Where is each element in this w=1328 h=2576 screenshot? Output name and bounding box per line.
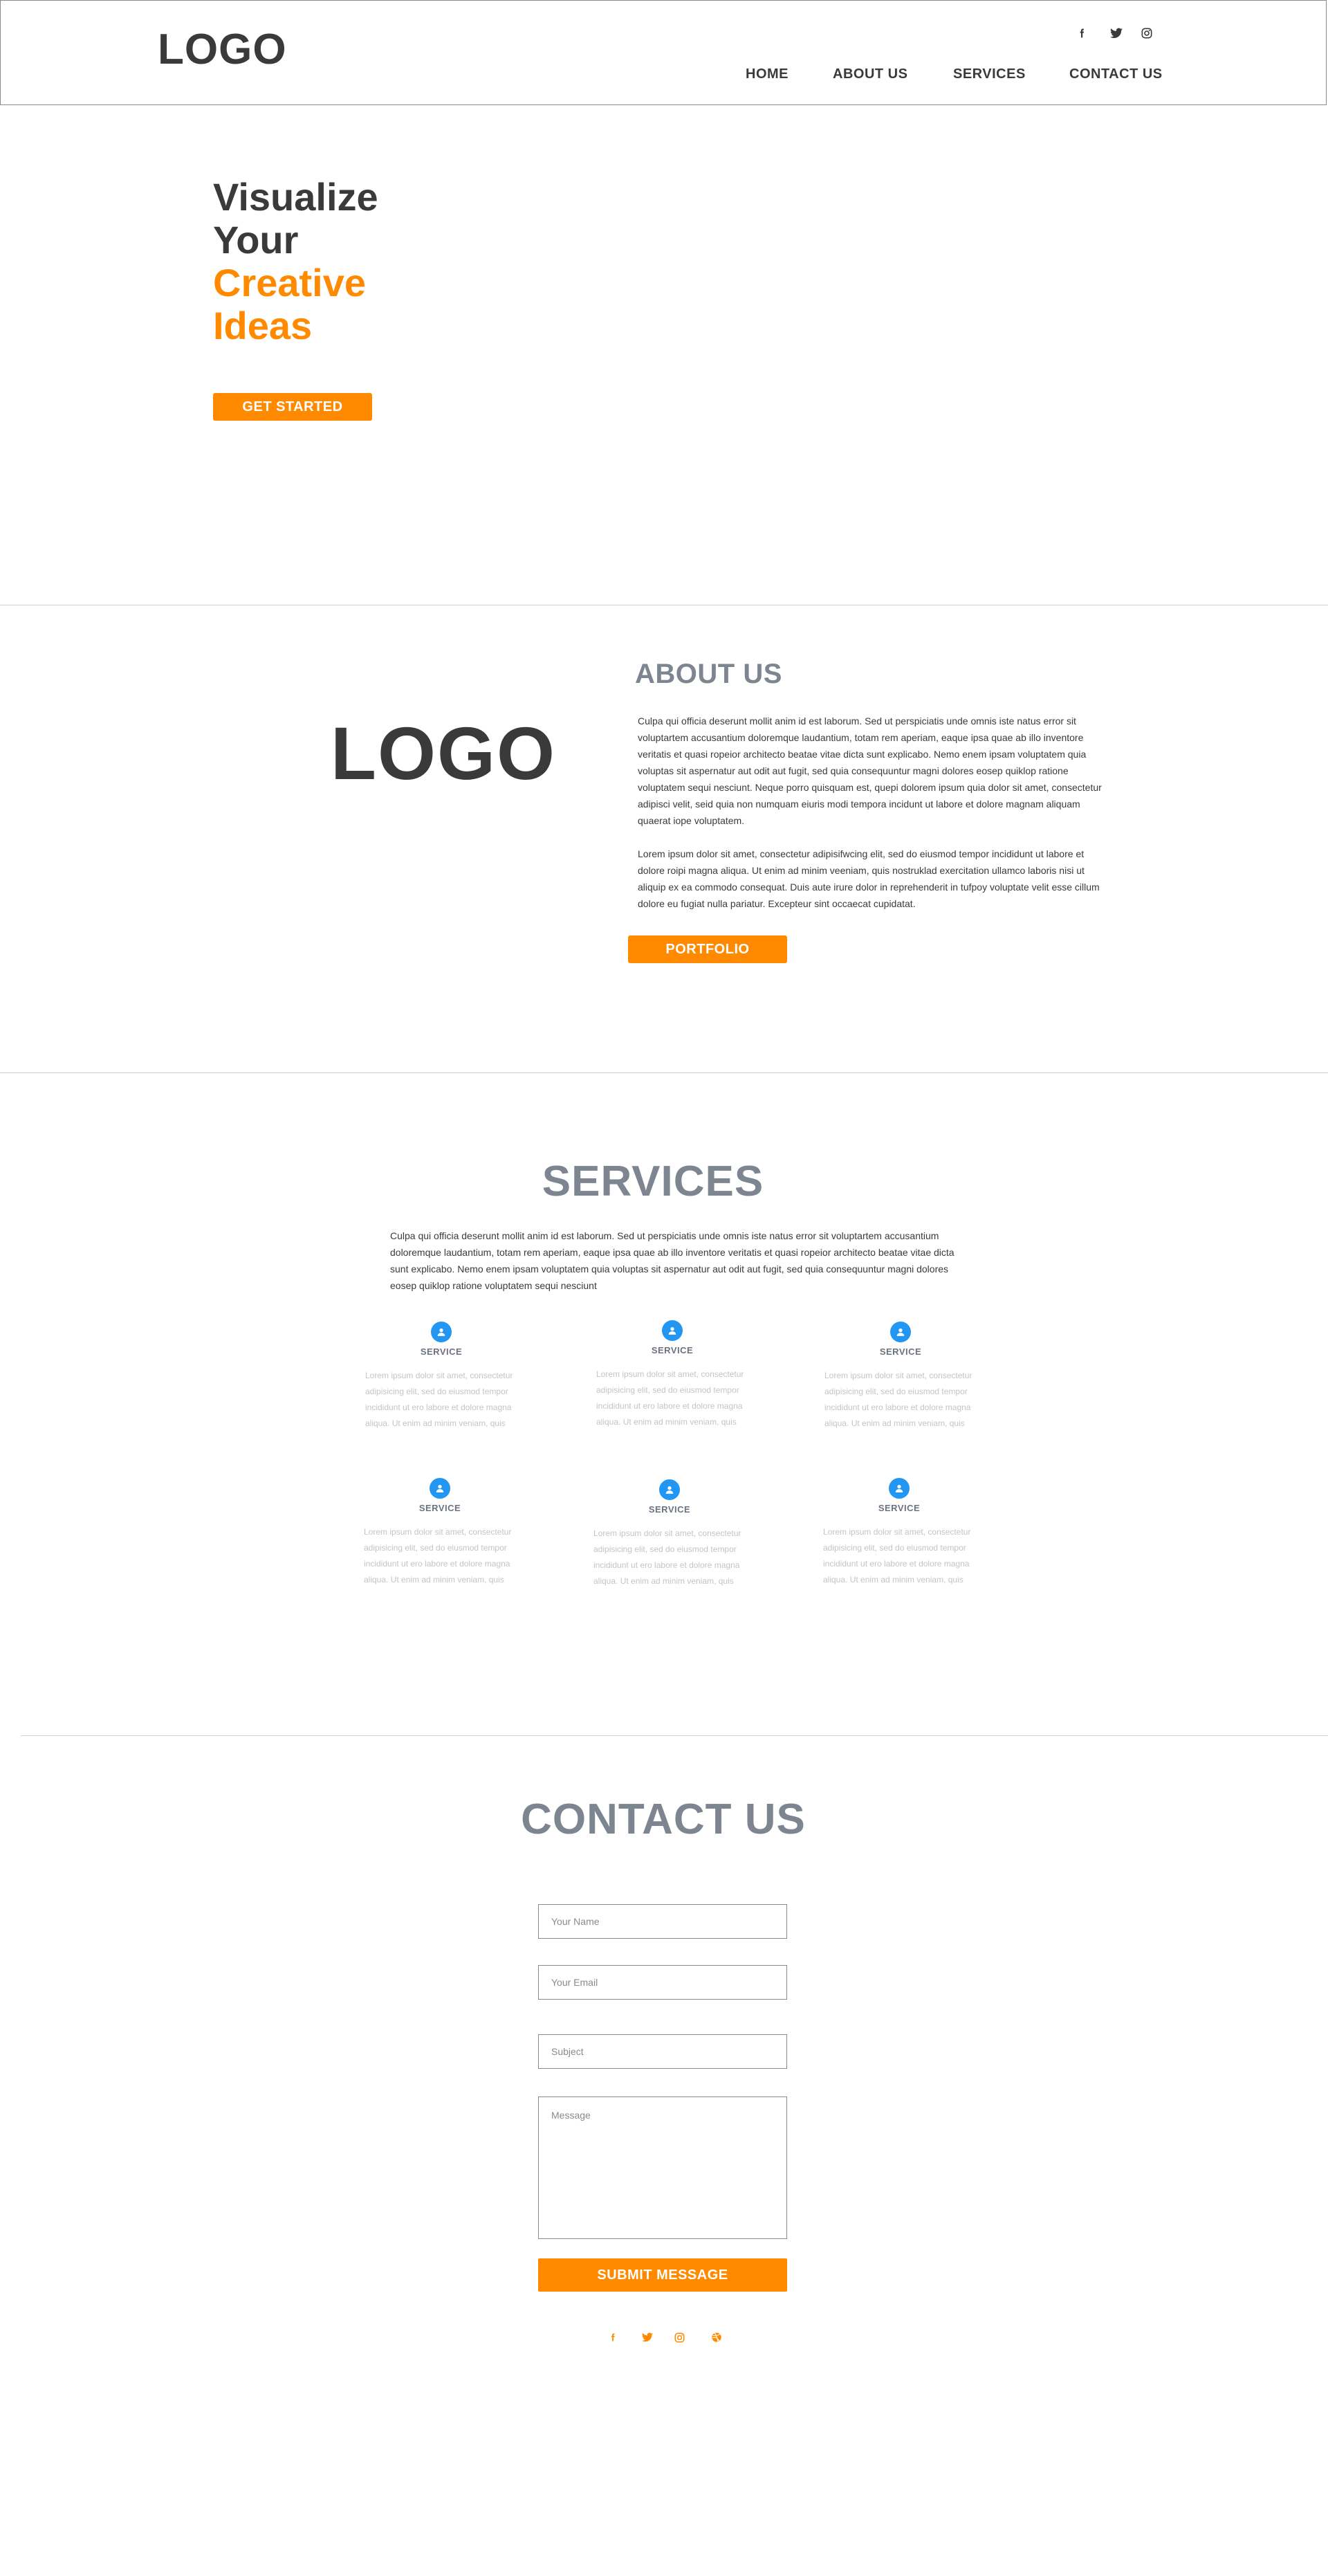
facebook-icon[interactable] [1073, 25, 1090, 42]
hero-headline-line-2: Your [213, 218, 299, 262]
about-paragraph-2: Lorem ipsum dolor sit amet, consectetur … [638, 848, 1100, 909]
section-divider [0, 1072, 1328, 1073]
nav-contact-us[interactable]: CONTACT US [1069, 66, 1163, 82]
twitter-icon[interactable] [639, 2329, 656, 2346]
service-card: SERVICE Lorem ipsum dolor sit amet, cons… [365, 1322, 517, 1432]
section-divider [21, 1735, 1328, 1736]
about-title: ABOUT US [635, 659, 782, 689]
services-title: SERVICES [542, 1158, 764, 1205]
nav-about-us[interactable]: ABOUT US [833, 66, 907, 82]
service-card: SERVICE Lorem ipsum dolor sit amet, cons… [364, 1478, 516, 1588]
facebook-icon[interactable] [605, 2329, 621, 2346]
instagram-icon[interactable] [671, 2329, 688, 2346]
service-description: Lorem ipsum dolor sit amet, consectetur … [365, 1371, 513, 1428]
service-description: Lorem ipsum dolor sit amet, consectetur … [596, 1369, 744, 1427]
user-icon [659, 1479, 680, 1500]
service-description: Lorem ipsum dolor sit amet, consectetur … [824, 1371, 972, 1428]
services-intro: Culpa qui officia deserunt mollit anim i… [390, 1230, 954, 1291]
message-field[interactable] [538, 2097, 787, 2239]
get-started-button[interactable]: GET STARTED [213, 393, 372, 421]
hero-headline-line-3: Creative [213, 261, 367, 304]
nav-services[interactable]: SERVICES [953, 66, 1026, 82]
about-logo: LOGO [331, 711, 556, 795]
service-card: SERVICE Lorem ipsum dolor sit amet, cons… [596, 1320, 748, 1430]
service-title: SERVICE [418, 1503, 461, 1513]
twitter-icon[interactable] [1108, 25, 1125, 42]
service-title: SERVICE [651, 1345, 694, 1355]
nav-home[interactable]: HOME [746, 66, 788, 82]
header-logo[interactable]: LOGO [158, 25, 287, 74]
user-icon [431, 1322, 452, 1342]
service-title: SERVICE [878, 1503, 921, 1513]
user-icon [662, 1320, 683, 1341]
name-field[interactable] [538, 1904, 787, 1939]
dribbble-icon[interactable] [708, 2329, 725, 2346]
hero-headline-line-1: Visualize [213, 175, 378, 219]
service-card: SERVICE Lorem ipsum dolor sit amet, cons… [593, 1479, 746, 1589]
service-title: SERVICE [420, 1346, 463, 1357]
email-field[interactable] [538, 1965, 787, 2000]
user-icon [890, 1322, 911, 1342]
hero-headline-line-4: Ideas [213, 304, 313, 347]
service-description: Lorem ipsum dolor sit amet, consectetur … [823, 1527, 971, 1584]
instagram-icon[interactable] [1138, 25, 1155, 42]
contact-title: CONTACT US [521, 1796, 806, 1843]
service-title: SERVICE [648, 1504, 691, 1515]
service-title: SERVICE [879, 1346, 922, 1357]
user-icon [430, 1478, 450, 1499]
service-card: SERVICE Lorem ipsum dolor sit amet, cons… [824, 1322, 977, 1432]
user-icon [889, 1478, 910, 1499]
service-description: Lorem ipsum dolor sit amet, consectetur … [593, 1528, 741, 1586]
portfolio-button[interactable]: PORTFOLIO [628, 935, 787, 963]
subject-field[interactable] [538, 2034, 787, 2069]
submit-message-button[interactable]: SUBMIT MESSAGE [538, 2258, 787, 2292]
service-description: Lorem ipsum dolor sit amet, consectetur … [364, 1527, 512, 1584]
service-card: SERVICE Lorem ipsum dolor sit amet, cons… [823, 1478, 975, 1588]
about-paragraph-1: Culpa qui officia deserunt mollit anim i… [638, 715, 1102, 826]
